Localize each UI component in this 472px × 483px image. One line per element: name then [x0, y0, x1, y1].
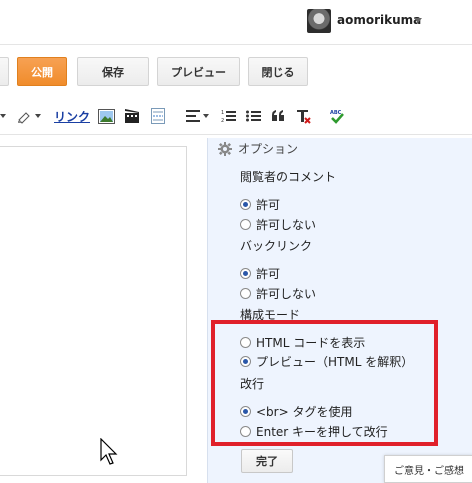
feedback-button[interactable]: ご意見・ご感想	[384, 455, 472, 483]
format-toolbar: リンク 12 ABC	[0, 99, 472, 135]
highlight-annotation-box	[211, 320, 438, 446]
backlinks-allow-option[interactable]: 許可	[240, 265, 280, 282]
partial-button[interactable]	[0, 57, 9, 86]
align-icon[interactable]	[182, 107, 212, 125]
option-label: 許可	[256, 267, 281, 281]
svg-text:ABC: ABC	[330, 110, 342, 116]
avatar[interactable]	[307, 9, 331, 33]
radio-button[interactable]	[240, 219, 251, 230]
mouse-cursor-icon	[100, 438, 118, 465]
radio-button[interactable]	[240, 199, 251, 210]
radio-button[interactable]	[240, 288, 251, 299]
video-icon[interactable]	[123, 107, 141, 125]
bullet-list-icon[interactable]	[244, 107, 262, 125]
header-divider	[0, 44, 472, 45]
comments-disallow-option[interactable]: 許可しない	[240, 216, 316, 233]
chevron-down-icon[interactable]	[414, 18, 422, 23]
options-header[interactable]: オプション	[218, 140, 298, 157]
quote-icon[interactable]	[269, 107, 287, 125]
close-button[interactable]: 閉じる	[248, 57, 308, 86]
option-label: 許可	[256, 198, 281, 212]
link-button[interactable]: リンク	[54, 107, 90, 125]
post-editor-area[interactable]	[0, 146, 187, 476]
numbered-list-icon[interactable]: 12	[219, 107, 237, 125]
save-button[interactable]: 保存	[77, 57, 149, 86]
text-color-caret[interactable]	[0, 107, 6, 125]
option-label: 許可しない	[256, 287, 317, 301]
backlinks-disallow-option[interactable]: 許可しない	[240, 285, 316, 302]
backlinks-label: バックリンク	[240, 239, 313, 253]
option-label: 許可しない	[256, 218, 317, 232]
comments-label: 閲覧者のコメント	[240, 170, 337, 184]
publish-button[interactable]: 公開	[17, 57, 67, 86]
image-icon[interactable]	[97, 107, 115, 125]
highlighter-icon[interactable]	[14, 107, 42, 125]
jump-break-icon[interactable]	[149, 107, 167, 125]
comments-allow-option[interactable]: 許可	[240, 196, 280, 213]
link-label: リンク	[54, 109, 91, 124]
done-button[interactable]: 完了	[241, 449, 293, 473]
radio-button[interactable]	[240, 268, 251, 279]
options-header-label: オプション	[238, 142, 299, 156]
spellcheck-icon[interactable]: ABC	[328, 107, 346, 125]
svg-text:1: 1	[221, 110, 224, 116]
svg-text:2: 2	[221, 118, 224, 123]
gear-icon	[218, 141, 232, 156]
preview-button[interactable]: プレビュー	[157, 57, 240, 86]
user-bar: aomorikuma	[0, 0, 472, 40]
remove-format-icon[interactable]	[294, 107, 312, 125]
username[interactable]: aomorikuma	[337, 13, 421, 27]
